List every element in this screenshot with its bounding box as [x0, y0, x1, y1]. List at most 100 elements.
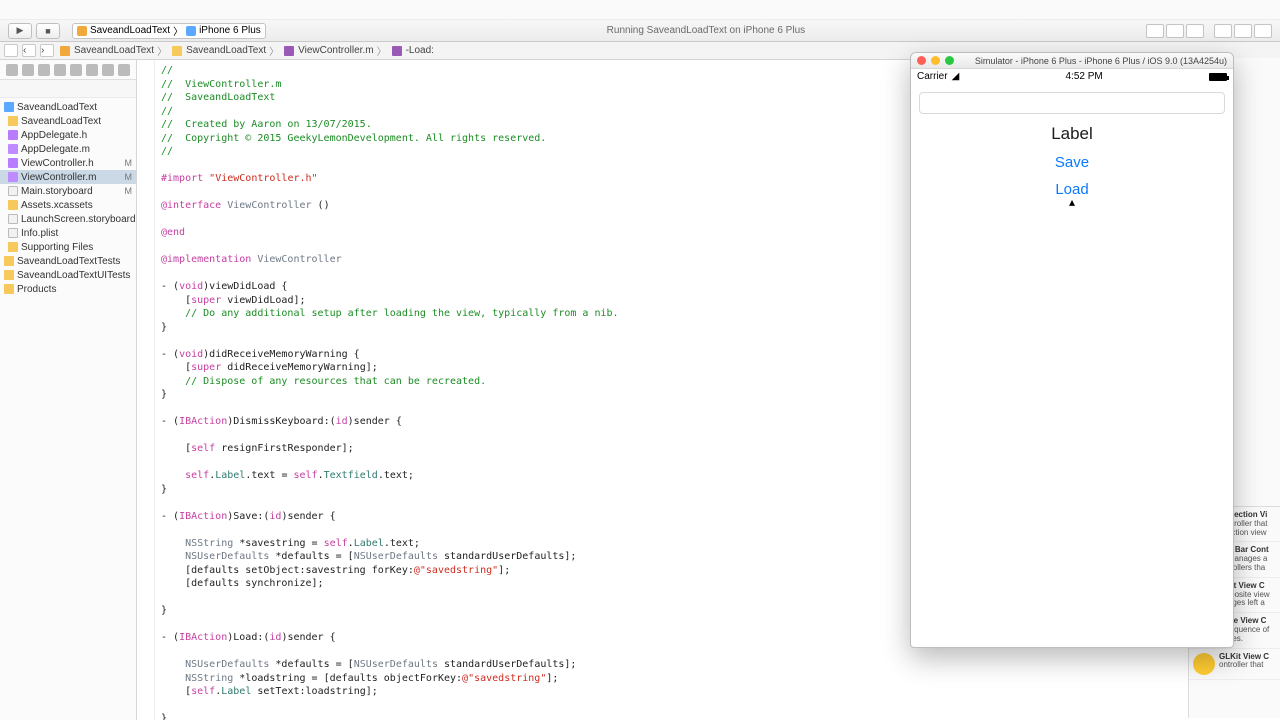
file-row[interactable]: ViewController.hM — [0, 156, 136, 170]
panel-toggle-right[interactable] — [1254, 24, 1272, 38]
device-icon — [186, 26, 196, 36]
text-field[interactable] — [919, 92, 1225, 114]
file-row[interactable]: SaveandLoadTextTests — [0, 254, 136, 268]
save-button[interactable]: Save — [919, 154, 1225, 171]
load-button[interactable]: Load — [919, 181, 1225, 198]
output-label: Label — [919, 124, 1225, 144]
ios-status-bar: Carrier ◢ 4:52 PM — [911, 69, 1233, 84]
test-navigator-tab[interactable] — [70, 64, 82, 76]
file-name: ViewController.m — [21, 172, 125, 183]
file-row[interactable]: ViewController.mM — [0, 170, 136, 184]
crumb-project[interactable]: SaveandLoadText — [74, 45, 154, 56]
nav-forward-button[interactable]: › — [40, 44, 54, 57]
editor-mode-standard[interactable] — [1146, 24, 1164, 38]
project-navigator-tab[interactable] — [6, 64, 18, 76]
folder-icon — [172, 46, 182, 56]
navigator-filter[interactable] — [0, 80, 136, 98]
folder-icon — [8, 116, 18, 126]
battery-icon — [1209, 73, 1227, 81]
file-name: AppDelegate.h — [21, 130, 136, 141]
close-icon[interactable] — [917, 56, 926, 65]
file-name: Assets.xcassets — [21, 200, 136, 211]
library-item[interactable]: GLKit View Controller that — [1189, 649, 1280, 680]
file-row[interactable]: AppDelegate.m — [0, 142, 136, 156]
editor-mode-version[interactable] — [1186, 24, 1204, 38]
m-icon — [8, 172, 18, 182]
folder-icon — [4, 284, 14, 294]
proj-icon — [4, 102, 14, 112]
sb-icon — [8, 186, 18, 196]
file-name: AppDelegate.m — [21, 144, 136, 155]
xcode-toolbar: ▶ ■ SaveandLoadText 〉 iPhone 6 Plus Runn… — [0, 20, 1280, 42]
simulator-window: Simulator - iPhone 6 Plus - iPhone 6 Plu… — [910, 52, 1234, 648]
wifi-icon: ◢ — [952, 71, 960, 82]
panel-toggle-left[interactable] — [1214, 24, 1232, 38]
m-file-icon — [284, 46, 294, 56]
simulator-title: Simulator - iPhone 6 Plus - iPhone 6 Plu… — [975, 56, 1227, 66]
file-name: Main.storyboard — [21, 186, 125, 197]
scheme-selector[interactable]: SaveandLoadText 〉 iPhone 6 Plus — [72, 23, 266, 39]
macos-menubar — [0, 0, 1280, 20]
crumb-group[interactable]: SaveandLoadText — [186, 45, 266, 56]
plist-icon — [8, 228, 18, 238]
file-name: Info.plist — [21, 228, 136, 239]
report-navigator-tab[interactable] — [118, 64, 130, 76]
file-row[interactable]: Main.storyboardM — [0, 184, 136, 198]
file-row[interactable]: Products — [0, 282, 136, 296]
file-row[interactable]: Info.plist — [0, 226, 136, 240]
folder-icon — [8, 242, 18, 252]
scm-badge: M — [125, 158, 133, 168]
project-icon — [77, 26, 87, 36]
clock-label: 4:52 PM — [1066, 71, 1103, 82]
symbol-navigator-tab[interactable] — [22, 64, 34, 76]
nav-back-button[interactable]: ‹ — [22, 44, 36, 57]
file-row[interactable]: Assets.xcassets — [0, 198, 136, 212]
run-button[interactable]: ▶ — [8, 23, 32, 39]
find-navigator-tab[interactable] — [38, 64, 50, 76]
file-name: Supporting Files — [21, 242, 136, 253]
file-row[interactable]: SaveandLoadTextUITests — [0, 268, 136, 282]
method-icon — [392, 46, 402, 56]
navigator-tabs[interactable] — [0, 60, 136, 80]
h-icon — [8, 158, 18, 168]
editor-mode-assistant[interactable] — [1166, 24, 1184, 38]
file-row[interactable]: SaveandLoadText — [0, 114, 136, 128]
panel-toggle-bottom[interactable] — [1234, 24, 1252, 38]
file-name: SaveandLoadTextTests — [17, 256, 136, 267]
minimize-icon[interactable] — [931, 56, 940, 65]
file-row[interactable]: Supporting Files — [0, 240, 136, 254]
file-row[interactable]: AppDelegate.h — [0, 128, 136, 142]
library-item-sub: ontroller that — [1219, 661, 1269, 670]
file-tree[interactable]: SaveandLoadText SaveandLoadText AppDelegat… — [0, 98, 136, 720]
stop-button[interactable]: ■ — [36, 23, 60, 39]
issue-navigator-tab[interactable] — [54, 64, 66, 76]
crumb-method[interactable]: -Load: — [406, 45, 434, 56]
related-items-button[interactable] — [4, 44, 18, 57]
file-name: LaunchScreen.storyboard — [21, 214, 136, 225]
carrier-label: Carrier — [917, 71, 948, 82]
project-icon — [60, 46, 70, 56]
m-icon — [8, 144, 18, 154]
sb-icon — [8, 214, 18, 224]
simulator-titlebar[interactable]: Simulator - iPhone 6 Plus - iPhone 6 Plu… — [911, 53, 1233, 69]
scm-badge: M — [125, 172, 133, 182]
file-row[interactable]: SaveandLoadText — [0, 100, 136, 114]
file-name: Products — [17, 284, 136, 295]
file-name: SaveandLoadTextUITests — [17, 270, 136, 281]
controller-icon — [1193, 653, 1215, 675]
folder-icon — [8, 200, 18, 210]
file-name: SaveandLoadText — [17, 102, 136, 113]
debug-navigator-tab[interactable] — [86, 64, 98, 76]
scheme-project-label: SaveandLoadText — [90, 25, 170, 36]
activity-status: Running SaveandLoadText on iPhone 6 Plus — [272, 25, 1140, 36]
editor-gutter[interactable] — [137, 60, 155, 720]
file-name: ViewController.h — [21, 158, 125, 169]
file-row[interactable]: LaunchScreen.storyboard — [0, 212, 136, 226]
h-icon — [8, 130, 18, 140]
breakpoint-navigator-tab[interactable] — [102, 64, 114, 76]
scm-badge: M — [125, 186, 133, 196]
crumb-file[interactable]: ViewController.m — [298, 45, 373, 56]
zoom-icon[interactable] — [945, 56, 954, 65]
file-name: SaveandLoadText — [21, 116, 136, 127]
scheme-device-label: iPhone 6 Plus — [199, 25, 261, 36]
